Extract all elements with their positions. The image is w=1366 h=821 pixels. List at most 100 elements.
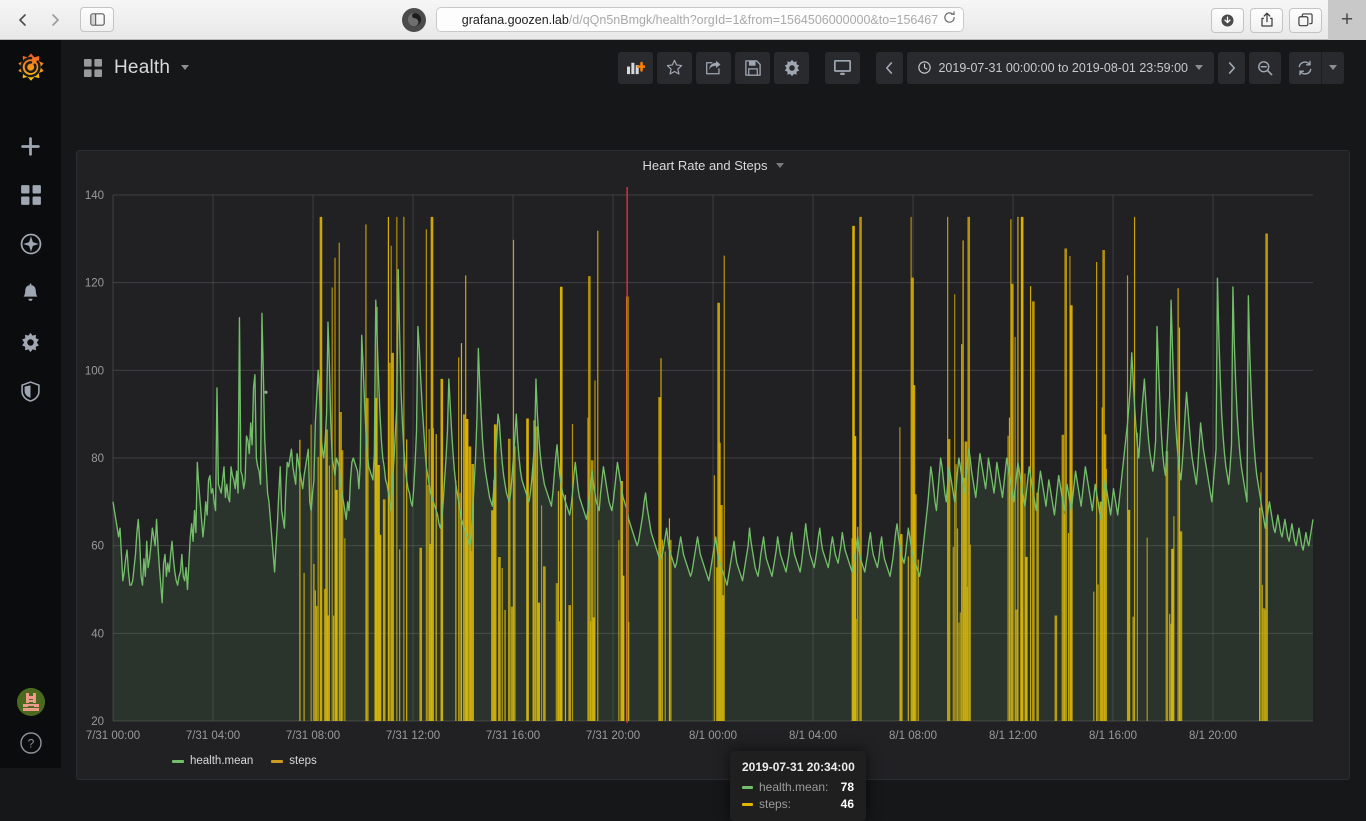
sidebar-item-create[interactable] [17,132,45,160]
tooltip-series-value: 46 [840,797,854,811]
sidebar-toggle-button[interactable] [80,7,114,32]
star-icon [667,59,683,75]
tab-overview-button[interactable] [1289,7,1322,33]
x-axis-tick: 7/31 00:00 [86,730,140,742]
chevron-down-icon [1329,65,1337,70]
y-axis-tick: 80 [91,453,104,465]
help-question-icon: ? [19,732,42,754]
x-axis-tick: 8/1 20:00 [1189,730,1237,742]
time-range-forward-button[interactable] [1218,51,1245,84]
x-axis-tick: 8/1 08:00 [889,730,937,742]
sidebar-item-configuration[interactable] [17,328,45,356]
url-text: grafana.goozen.lab/d/qQn5nBmgk/health?or… [462,13,938,27]
chevron-down-icon [1195,65,1203,70]
sidebar-item-server-admin[interactable] [17,377,45,405]
panel-header[interactable]: Heart Rate and Steps [77,151,1349,179]
share-button[interactable] [1250,7,1283,33]
server-admin-shield-icon [21,380,40,402]
alerting-bell-icon [23,282,38,301]
legend-color-swatch [172,759,184,763]
privacy-report-icon[interactable] [402,7,426,32]
chevron-right-icon [1228,61,1236,74]
sidebar: ? [0,40,61,768]
url-host: grafana.goozen.lab [461,12,569,27]
legend-color-swatch [271,759,284,763]
y-axis-tick: 120 [85,278,104,290]
grafana-app: ? Health 2019-07-31 00:00:00 to 2019-08-… [0,40,1366,821]
tooltip-series-label: health.mean: [759,780,829,794]
refresh-icon [1298,60,1312,75]
zoom-out-button[interactable] [1249,51,1281,84]
add-panel-button[interactable] [618,51,654,84]
refresh-group [1289,51,1344,84]
cycle-view-mode-button[interactable] [825,51,861,84]
x-axis-tick: 8/1 12:00 [989,730,1037,742]
chevron-down-icon[interactable] [775,162,784,168]
tooltip-timestamp: 2019-07-31 20:34:00 [742,760,855,774]
save-floppy-icon [745,59,761,76]
legend-item-health-mean[interactable]: health.mean [172,755,253,767]
sidebar-item-alerting[interactable] [17,279,45,307]
back-button[interactable] [8,7,38,32]
sidebar-item-explore[interactable] [17,230,45,258]
x-axis-tick: 7/31 04:00 [186,730,240,742]
x-axis-tick: 7/31 12:00 [386,730,440,742]
dashboards-grid-icon [20,185,41,205]
graph-canvas[interactable]: 20 40 60 80 100 120 140 7/31 00:00 7/31 04:00 7/3… [77,179,1351,781]
refresh-dashboard-button[interactable] [1289,51,1321,84]
share-square-icon [706,60,721,75]
chevron-down-icon[interactable] [181,65,190,70]
tooltip-row-steps: steps: 46 [742,797,854,811]
legend-item-steps[interactable]: steps [271,755,317,767]
outlier-point [264,390,268,394]
configuration-gear-icon [22,332,39,352]
svg-text:?: ? [27,737,34,751]
dashboard-settings-button[interactable] [774,51,810,84]
tooltip-row-health: health.mean: 78 [742,780,854,794]
browser-toolbar: grafana.goozen.lab/d/qQn5nBmgk/health?or… [0,0,1366,40]
tooltip-series-value: 78 [840,780,854,794]
user-avatar[interactable] [16,688,45,716]
chevron-left-icon [19,13,26,26]
sidebar-nav [17,132,45,405]
url-path: /d/qQn5nBmgk/health?orgId=1&from=1564506… [568,12,939,27]
downloads-button[interactable] [1211,7,1244,33]
x-axis-tick: 7/31 16:00 [486,730,540,742]
zoom-out-magnifier-icon [1258,60,1273,75]
refresh-interval-dropdown-button[interactable] [1321,51,1344,84]
grafana-logo[interactable] [10,48,52,90]
dashboard-navbar: Health 2019-07-31 00:00:00 to 2019-08-01… [61,40,1366,95]
reload-button[interactable] [943,10,956,29]
graph-plot: 20 40 60 80 100 120 140 7/31 00:00 7/31 04:00 7/3… [85,187,1314,742]
address-bar-group: grafana.goozen.lab/d/qQn5nBmgk/health?or… [402,7,964,32]
downloads-icon [1221,14,1234,26]
series-color-swatch [742,785,753,789]
time-picker-group: 2019-07-31 00:00:00 to 2019-08-01 23:59:… [876,51,1344,84]
y-axis-tick: 20 [91,716,104,728]
time-range-picker[interactable]: 2019-07-31 00:00:00 to 2019-08-01 23:59:… [907,51,1214,84]
dashboard-grid-icon [83,58,103,78]
sidebar-item-dashboards[interactable] [17,181,45,209]
save-dashboard-button[interactable] [735,51,771,84]
mark-favorite-button[interactable] [657,51,693,84]
share-icon [1260,12,1273,27]
browser-nav-group [8,7,70,32]
new-tab-button[interactable]: + [1328,0,1366,40]
share-dashboard-button[interactable] [696,51,732,84]
time-range-back-button[interactable] [876,51,904,84]
y-axis-tick: 40 [91,628,104,640]
reload-icon [944,10,955,23]
create-plus-icon [21,136,40,156]
panel-heart-rate-and-steps: Heart Rate and Steps 20 40 60 80 100 120 140 7/… [76,150,1351,821]
url-input[interactable]: grafana.goozen.lab/d/qQn5nBmgk/health?or… [436,7,964,32]
y-axis-tick: 140 [85,190,104,202]
chevron-left-icon [886,61,893,74]
x-axis-tick: 7/31 08:00 [286,730,340,742]
panel-title: Heart Rate and Steps [642,157,768,173]
graph-legend: health.mean steps [172,755,317,767]
dashboard-title-group[interactable]: Health [83,57,190,79]
help-button[interactable]: ? [18,730,44,756]
tooltip-series-label: steps: [759,797,792,811]
time-range-label: 2019-07-31 00:00:00 to 2019-08-01 23:59:… [938,60,1188,75]
forward-button[interactable] [40,7,70,32]
